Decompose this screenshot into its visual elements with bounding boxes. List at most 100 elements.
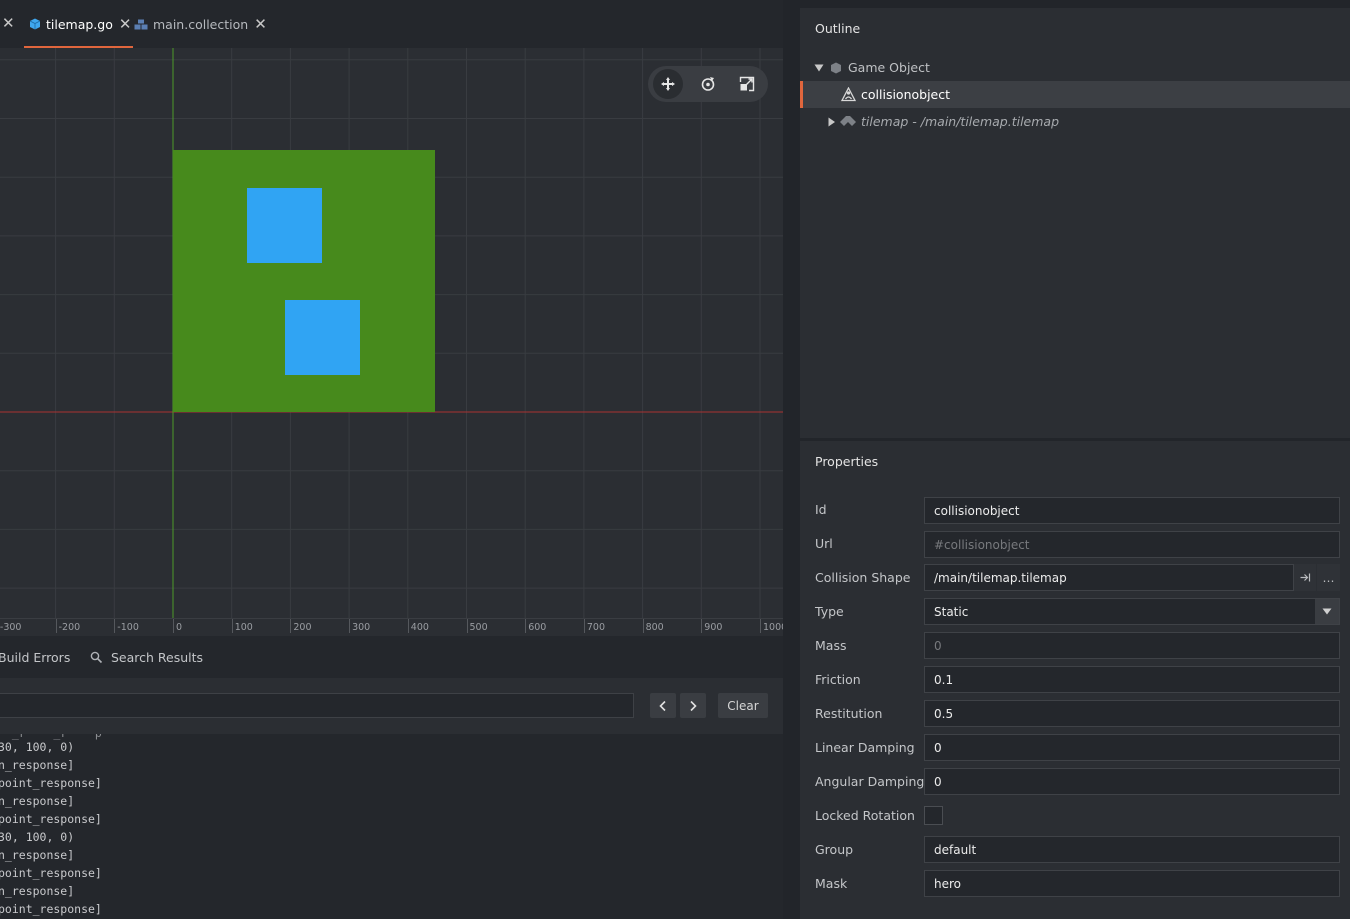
collision-shape-field[interactable]: /main/tilemap.tilemap <box>924 564 1294 591</box>
ruler-label: 500 <box>469 622 488 633</box>
ruler-label: 700 <box>586 622 606 633</box>
angular-damping-field[interactable]: 0 <box>924 768 1340 795</box>
type-label: Type <box>815 604 844 619</box>
ruler-tick <box>525 619 527 633</box>
url-field[interactable]: #collisionobject <box>924 531 1340 558</box>
outline-item-tilemap[interactable]: tilemap - /main/tilemap.tilemap <box>800 108 1350 135</box>
tab-search-results[interactable]: Search Results <box>90 650 203 665</box>
console-output[interactable]: _r _r p 30, 100, 0) n_response] point_re… <box>0 734 783 919</box>
ruler-tick <box>642 619 644 633</box>
console-line: n_response] <box>0 884 75 898</box>
move-tool-icon <box>661 77 675 91</box>
type-value: Static <box>934 604 969 619</box>
gameobject-icon <box>29 18 41 30</box>
mass-field[interactable]: 0 <box>924 632 1340 659</box>
outline-item-label: collisionobject <box>861 87 951 102</box>
group-label: Group <box>815 842 854 857</box>
console-line: point_response] <box>0 812 102 826</box>
ruler-tick <box>55 619 57 633</box>
console-line: point_response] <box>0 902 102 916</box>
tab-tilemap-go[interactable]: tilemap.go ✕ <box>23 0 134 48</box>
properties-pane: Properties Id collisionobject Url #colli… <box>800 441 1350 919</box>
properties-title: Properties <box>815 454 879 469</box>
collision-object-icon <box>841 87 856 102</box>
mask-field[interactable]: hero <box>924 870 1340 897</box>
chevron-left-icon <box>659 700 666 711</box>
tab-main-collection[interactable]: main.collection ✕ <box>134 0 267 48</box>
tab-label: main.collection <box>153 16 249 32</box>
console-line: 30, 100, 0) <box>0 740 75 754</box>
previous-match-button[interactable] <box>650 693 676 718</box>
next-match-button[interactable] <box>680 693 706 718</box>
console-line: n_response] <box>0 794 75 808</box>
locked-rotation-label: Locked Rotation <box>815 808 915 823</box>
ruler-tick <box>349 619 351 633</box>
ruler-label: -200 <box>58 622 81 633</box>
ruler-label: 0 <box>176 622 183 633</box>
restitution-label: Restitution <box>815 706 883 721</box>
browse-resource-button[interactable]: … <box>1317 564 1340 591</box>
chevron-down-icon <box>814 64 824 71</box>
collision-shape-label: Collision Shape <box>815 570 911 585</box>
ellipsis-icon: … <box>1322 570 1335 585</box>
horizontal-ruler: -300 -200 -100 0 100 200 300 400 500 600 700 800 900… <box>0 618 787 636</box>
locked-rotation-checkbox[interactable] <box>924 806 943 825</box>
scale-tool-button[interactable] <box>732 69 762 99</box>
outline-root-game-object[interactable]: Game Object <box>800 54 1350 81</box>
gameobject-icon <box>831 62 841 73</box>
ruler-tick <box>583 619 585 633</box>
editor-tab-bar: ✕ tilemap.go ✕ main.collection ✕ <box>0 0 800 48</box>
goto-resource-icon <box>1300 573 1310 582</box>
ruler-label: 400 <box>410 622 429 633</box>
outline-item-label: Game Object <box>848 60 930 75</box>
type-dropdown[interactable]: Static <box>924 598 1340 625</box>
chevron-down-icon <box>1322 608 1332 615</box>
ruler-label: 100 <box>234 622 253 633</box>
id-label: Id <box>815 502 827 517</box>
mass-label: Mass <box>815 638 847 653</box>
ruler-tick <box>231 619 233 633</box>
pane-divider[interactable] <box>783 0 800 919</box>
angular-damping-label: Angular Damping <box>815 774 925 789</box>
group-field[interactable]: default <box>924 836 1340 863</box>
close-tab-icon[interactable]: ✕ <box>254 15 267 33</box>
clear-console-button[interactable]: Clear <box>718 693 768 718</box>
tab-build-errors[interactable]: Build Errors <box>0 650 70 665</box>
console-line: n_response] <box>0 758 75 772</box>
move-tool-button[interactable] <box>653 69 683 99</box>
dropdown-arrow <box>1315 599 1339 624</box>
ruler-label: 200 <box>293 622 312 633</box>
search-icon <box>90 651 103 664</box>
goto-resource-button[interactable] <box>1294 564 1316 591</box>
ruler-tick <box>290 619 292 633</box>
mask-label: Mask <box>815 876 848 891</box>
ruler-label: 900 <box>704 622 723 633</box>
close-tab-icon[interactable]: ✕ <box>119 15 132 33</box>
tile-block <box>247 188 322 263</box>
url-label: Url <box>815 536 833 551</box>
id-field[interactable]: collisionobject <box>924 497 1340 524</box>
outline-pane: Outline Game Object collisionobject tile… <box>800 8 1350 438</box>
chevron-right-icon <box>690 700 697 711</box>
console-line: 30, 100, 0) <box>0 830 75 844</box>
ruler-tick <box>114 619 116 633</box>
ruler-label: 600 <box>528 622 547 633</box>
linear-damping-label: Linear Damping <box>815 740 915 755</box>
ruler-label: -100 <box>117 622 139 633</box>
restitution-field[interactable]: 0.5 <box>924 700 1340 727</box>
ruler-label: -300 <box>0 622 22 633</box>
rotate-tool-button[interactable] <box>693 69 723 99</box>
console-line: point_response] <box>0 866 102 880</box>
ruler-tick <box>760 619 761 633</box>
linear-damping-field[interactable]: 0 <box>924 734 1340 761</box>
friction-label: Friction <box>815 672 861 687</box>
previous-tab-close-icon[interactable]: ✕ <box>2 14 15 32</box>
outline-item-collisionobject[interactable]: collisionobject <box>800 81 1350 108</box>
ruler-tick <box>701 619 703 633</box>
ruler-tick <box>466 619 468 633</box>
friction-field[interactable]: 0.1 <box>924 666 1340 693</box>
outline-item-label: tilemap - /main/tilemap.tilemap <box>861 114 1060 129</box>
scene-view[interactable] <box>0 48 783 618</box>
console-search-input[interactable] <box>0 693 634 718</box>
ruler-tick <box>407 619 409 633</box>
